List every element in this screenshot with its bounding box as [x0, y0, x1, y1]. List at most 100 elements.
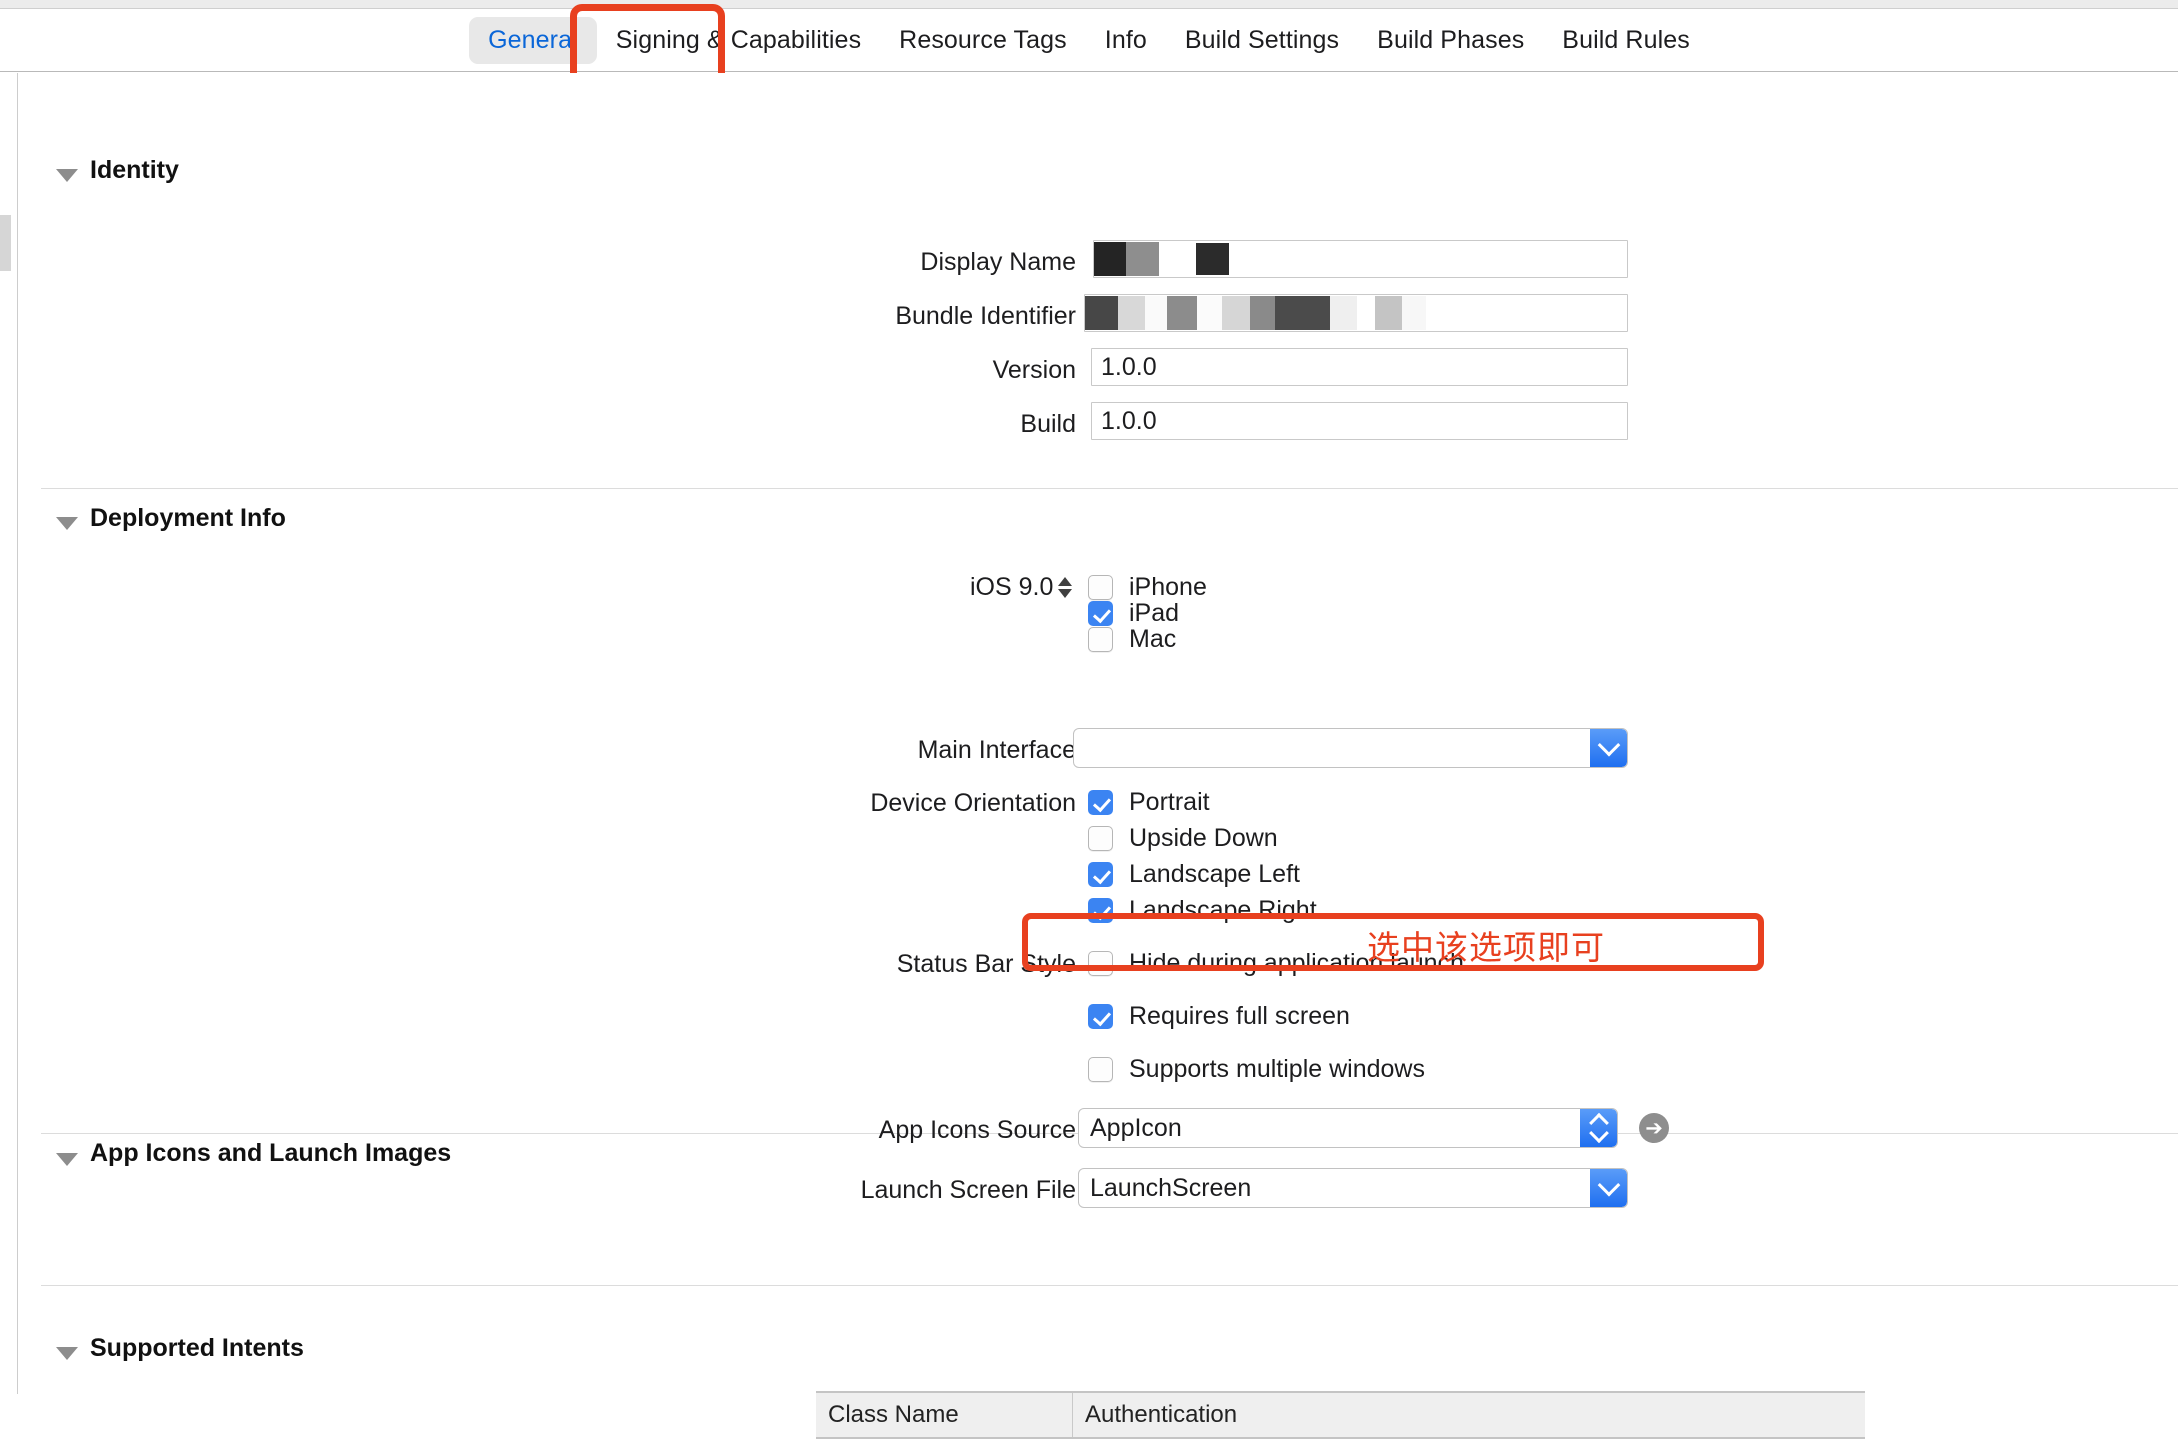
orientation-checkbox-upside-down[interactable]: Upside Down — [1088, 824, 1278, 853]
tab-general-label: General — [488, 26, 578, 54]
checkbox-iphone-icon[interactable] — [1088, 575, 1113, 600]
tab-build-settings-label: Build Settings — [1184, 26, 1340, 54]
redaction-block — [1126, 242, 1159, 276]
deployment-target-label: iOS 9.0 — [970, 573, 1054, 601]
window-title-strip — [0, 0, 2178, 9]
device-checkbox-mac-label: Mac — [1129, 625, 1177, 653]
redaction-block — [1118, 296, 1145, 330]
chevron-down-icon — [1597, 733, 1620, 757]
identity-disclosure-triangle-icon[interactable] — [56, 169, 78, 182]
orientation-checkbox-portrait-label: Portrait — [1129, 788, 1210, 816]
tab-resource-tags[interactable]: Resource Tags — [880, 17, 1086, 64]
app-icons-source-label: App Icons Source — [878, 1116, 1076, 1144]
tab-build-settings[interactable]: Build Settings — [1166, 17, 1358, 64]
bundle-identifier-input[interactable] — [1084, 294, 1628, 332]
bundle-identifier-label: Bundle Identifier — [895, 302, 1076, 330]
orientation-checkbox-landscape-left-label: Landscape Left — [1129, 860, 1300, 888]
tab-build-rules[interactable]: Build Rules — [1543, 17, 1709, 64]
tab-signing-capabilities-label: Signing & Capabilities — [615, 26, 862, 54]
status-checkbox-supports-multiple-windows[interactable]: Supports multiple windows — [1088, 1055, 1425, 1084]
checkbox-upside-down-icon[interactable] — [1088, 826, 1113, 851]
supported-intents-section-title: Supported Intents — [90, 1334, 304, 1362]
stepper-arrows-icon[interactable] — [1058, 577, 1073, 598]
status-bar-style-label: Status Bar Style — [896, 950, 1076, 978]
redaction-block — [1222, 296, 1250, 330]
launch-screen-file-label: Launch Screen File — [860, 1176, 1076, 1204]
tab-list: General Signing & Capabilities Resource … — [469, 17, 1709, 64]
device-checkbox-iphone-label: iPhone — [1129, 573, 1207, 601]
reveal-app-icons-arrow-button[interactable]: ➔ — [1639, 1113, 1669, 1143]
supported-intents-disclosure-triangle-icon[interactable] — [56, 1347, 78, 1360]
checkbox-requires-full-screen-icon[interactable] — [1088, 1004, 1113, 1029]
app-icons-disclosure-triangle-icon[interactable] — [56, 1153, 78, 1166]
redaction-block — [1085, 296, 1118, 330]
arrow-right-icon: ➔ — [1645, 1116, 1663, 1140]
tab-signing-capabilities[interactable]: Signing & Capabilities — [597, 17, 880, 64]
deployment-info-disclosure-triangle-icon[interactable] — [56, 517, 78, 530]
tab-resource-tags-label: Resource Tags — [899, 26, 1067, 54]
version-input[interactable]: 1.0.0 — [1091, 348, 1628, 386]
build-label: Build — [1020, 410, 1076, 438]
checkbox-hide-during-launch-icon[interactable] — [1088, 951, 1113, 976]
app-icons-section-divider — [41, 1285, 2178, 1286]
tab-info[interactable]: Info — [1086, 17, 1166, 64]
project-editor-tabbar: General Signing & Capabilities Resource … — [0, 10, 2178, 72]
deployment-target-stepper[interactable]: iOS 9.0 — [970, 573, 1073, 602]
navigator-edge-handle[interactable] — [0, 215, 11, 271]
status-checkbox-requires-full-screen[interactable]: Requires full screen — [1088, 1002, 1350, 1031]
app-icons-section-title: App Icons and Launch Images — [90, 1139, 452, 1167]
tab-info-label: Info — [1104, 26, 1147, 54]
main-interface-dropdown-button[interactable] — [1590, 729, 1627, 767]
redaction-block — [1375, 296, 1402, 330]
supported-intents-table-header: Class Name Authentication — [816, 1391, 1865, 1439]
checkbox-portrait-icon[interactable] — [1088, 790, 1113, 815]
tab-general[interactable]: General — [469, 17, 597, 64]
device-checkbox-iphone[interactable]: iPhone — [1088, 573, 1207, 602]
checkbox-mac-icon[interactable] — [1088, 627, 1113, 652]
redaction-block — [1094, 242, 1126, 276]
build-input[interactable]: 1.0.0 — [1091, 402, 1628, 440]
version-label: Version — [992, 356, 1076, 384]
redaction-block — [1402, 296, 1426, 330]
main-interface-label: Main Interface — [917, 736, 1076, 764]
redaction-block — [1250, 296, 1275, 330]
tab-build-phases[interactable]: Build Phases — [1358, 17, 1543, 64]
status-checkbox-requires-full-screen-label: Requires full screen — [1129, 1002, 1350, 1030]
app-icons-source-value: AppIcon — [1090, 1114, 1182, 1142]
redaction-block — [1330, 296, 1357, 330]
orientation-checkbox-portrait[interactable]: Portrait — [1088, 788, 1210, 817]
column-header-class-name[interactable]: Class Name — [816, 1393, 1072, 1437]
orientation-checkbox-landscape-right[interactable]: Landscape Right — [1088, 896, 1317, 925]
device-checkbox-ipad-label: iPad — [1129, 599, 1180, 627]
annotation-text: 选中该选项即可 — [1367, 929, 1605, 966]
checkbox-supports-multiple-windows-icon[interactable] — [1088, 1057, 1113, 1082]
launch-screen-file-popup[interactable]: LaunchScreen — [1078, 1168, 1628, 1208]
main-interface-popup[interactable] — [1073, 728, 1628, 768]
display-name-input[interactable] — [1093, 240, 1628, 278]
redaction-block — [1197, 296, 1222, 330]
redaction-block — [1196, 243, 1229, 275]
redaction-block — [1167, 296, 1197, 330]
display-name-label: Display Name — [920, 248, 1076, 276]
redaction-block — [1145, 296, 1167, 330]
general-settings-panel: Identity Display Name Bundle Identifier … — [18, 73, 2178, 1439]
checkbox-landscape-right-icon[interactable] — [1088, 898, 1113, 923]
app-icons-source-stepper-button[interactable] — [1580, 1109, 1617, 1147]
device-orientation-label: Device Orientation — [870, 789, 1076, 817]
checkbox-ipad-icon[interactable] — [1088, 601, 1113, 626]
launch-screen-file-value: LaunchScreen — [1090, 1174, 1252, 1202]
device-checkbox-mac[interactable]: Mac — [1088, 625, 1176, 654]
orientation-checkbox-upside-down-label: Upside Down — [1129, 824, 1278, 852]
chevron-down-icon — [1597, 1173, 1620, 1197]
deployment-info-section-title: Deployment Info — [90, 504, 286, 532]
orientation-checkbox-landscape-right-label: Landscape Right — [1129, 896, 1317, 924]
column-header-authentication[interactable]: Authentication — [1072, 1393, 1865, 1437]
device-checkbox-ipad[interactable]: iPad — [1088, 599, 1179, 628]
identity-section-title: Identity — [90, 156, 179, 184]
tab-build-rules-label: Build Rules — [1562, 26, 1690, 54]
launch-screen-file-dropdown-button[interactable] — [1590, 1169, 1627, 1207]
tab-build-phases-label: Build Phases — [1377, 26, 1525, 54]
checkbox-landscape-left-icon[interactable] — [1088, 862, 1113, 887]
orientation-checkbox-landscape-left[interactable]: Landscape Left — [1088, 860, 1300, 889]
app-icons-source-popup[interactable]: AppIcon — [1078, 1108, 1618, 1148]
